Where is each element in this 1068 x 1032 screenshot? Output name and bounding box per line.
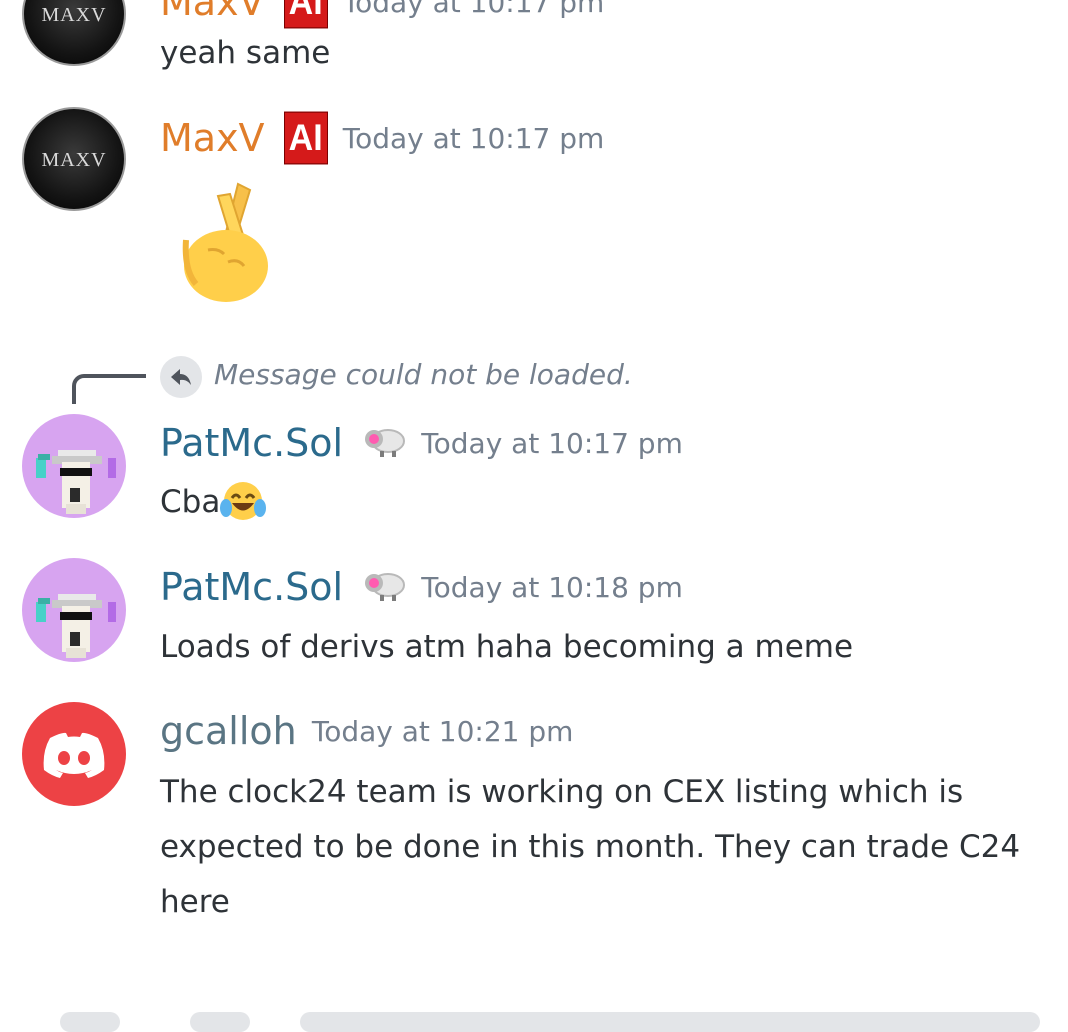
timestamp: Today at 10:17 pm [342,0,605,19]
message-text: The clock24 team is working on CEX listi… [160,774,1021,920]
avatar[interactable]: MAXV [22,107,126,211]
avatar[interactable]: MAXV [22,0,126,66]
author-name[interactable]: MaxV [160,116,265,160]
ai-badge: AI [283,111,328,165]
avatar-logo-text: MAXV [41,149,107,171]
ai-badge: AI [283,0,328,29]
timestamp: Today at 10:18 pm [421,570,683,604]
author-name[interactable]: MaxV [160,0,265,24]
message-body: Cba [160,475,1040,530]
avatar-logo-text: MAXV [41,4,107,26]
message-header: MaxV AI Today at 10:17 pm [160,0,605,29]
reply-connector [72,374,146,404]
message-input[interactable] [300,1012,1040,1032]
avatar[interactable] [22,558,126,662]
avatar[interactable] [22,414,126,518]
reply-icon [160,356,202,398]
timestamp: Today at 10:21 pm [311,714,574,748]
crossed-fingers-emoji-icon[interactable] [178,178,272,304]
avatar[interactable] [22,702,126,806]
laughing-tears-emoji-icon[interactable] [220,478,267,524]
author-name[interactable]: PatMc.Sol [160,565,343,609]
message-text: Cba [160,484,221,520]
discord-logo-icon [43,732,105,778]
message-header: gcalloh Today at 10:21 pm [160,709,573,753]
sheep-badge-icon [362,569,406,605]
author-name[interactable]: gcalloh [160,709,297,753]
timestamp: Today at 10:17 pm [421,426,683,460]
reply-preview-text[interactable]: Message could not be loaded. [214,358,633,391]
message-header: MaxV AI Today at 10:17 pm [160,111,605,165]
timestamp: Today at 10:17 pm [342,121,605,155]
message-header: PatMc.Sol Today at 10:18 pm [160,565,683,609]
toolbar-button[interactable] [60,1012,120,1032]
message-text: yeah same [160,35,331,71]
message-text: Loads of derivs atm haha becoming a meme [160,629,854,665]
sheep-badge-icon [362,425,406,461]
author-name[interactable]: PatMc.Sol [160,421,343,465]
toolbar-button[interactable] [190,1012,250,1032]
message-header: PatMc.Sol Today at 10:17 pm [160,421,683,465]
